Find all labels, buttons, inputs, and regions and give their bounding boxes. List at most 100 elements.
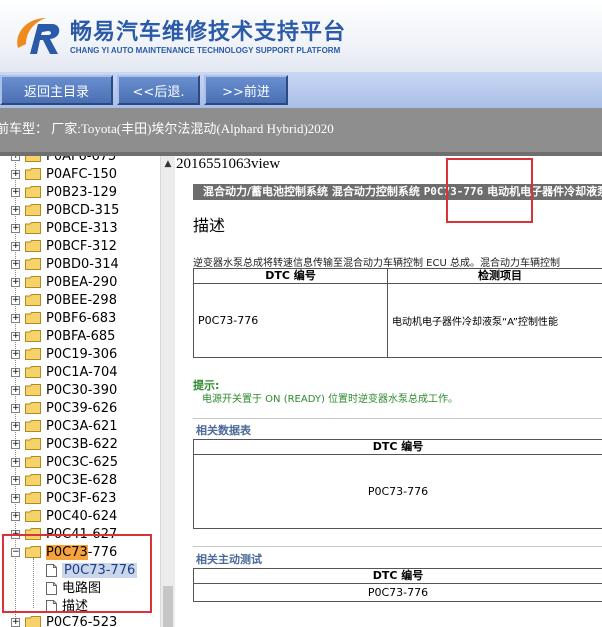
section-rule: [193, 546, 602, 547]
expand-plus-icon[interactable]: +: [11, 512, 20, 521]
folder-icon: [25, 258, 41, 270]
data-table-cell: P0C73-776: [193, 454, 602, 529]
tree-item-label[interactable]: P0AF6-675: [46, 156, 116, 166]
folder-icon: [25, 186, 41, 198]
vehicle-model-text: 前车型： 厂家:Toyota(丰田)埃尔法混动(Alphard Hybrid)2…: [0, 121, 334, 136]
expand-plus-icon[interactable]: +: [11, 224, 20, 233]
nav-bar: 返回主目录 <<后退. >>前进: [0, 72, 602, 108]
folder-icon: [25, 156, 41, 162]
annotation-box-code: [446, 158, 533, 223]
vehicle-model-bar: 前车型： 厂家:Toyota(丰田)埃尔法混动(Alphard Hybrid)2…: [0, 108, 602, 152]
tree-item-label[interactable]: P0C30-390: [46, 382, 117, 400]
folder-icon: [25, 330, 41, 342]
section-rule: [193, 418, 602, 419]
expand-plus-icon[interactable]: +: [11, 170, 20, 179]
tree-item-label[interactable]: P0C3C-625: [46, 454, 118, 472]
expand-plus-icon[interactable]: +: [11, 206, 20, 215]
tree-item-label[interactable]: P0BD0-314: [46, 256, 119, 274]
tree-item-label[interactable]: P0C19-306: [46, 346, 117, 364]
folder-icon: [25, 474, 41, 486]
tree-item-label[interactable]: P0BCD-315: [46, 202, 119, 220]
folder-icon: [25, 438, 41, 450]
data-table-heading: 相关数据表: [196, 424, 251, 437]
active-test-table: DTC 编号 P0C73-776: [193, 568, 602, 602]
tree-item-label[interactable]: P0B23-129: [46, 184, 117, 202]
tree-item-label[interactable]: P0C3E-628: [46, 472, 117, 490]
breadcrumb: 混合动力/蓄电池控制系统 混合动力控制系统 P0C73-776 电动机电子器件冷…: [193, 184, 602, 200]
tree-item-label[interactable]: P0BF6-683: [46, 310, 116, 328]
tree-item-label[interactable]: P0C1A-704: [46, 364, 118, 382]
active-table-cell: P0C73-776: [193, 583, 602, 602]
expand-plus-icon[interactable]: +: [11, 368, 20, 377]
expand-plus-icon[interactable]: +: [11, 242, 20, 251]
expand-plus-icon[interactable]: +: [11, 440, 20, 449]
folder-icon: [25, 420, 41, 432]
scroll-thumb[interactable]: [163, 586, 173, 627]
folder-icon: [25, 294, 41, 306]
active-test-heading: 相关主动测试: [196, 553, 262, 566]
back-button[interactable]: <<后退.: [117, 75, 200, 105]
folder-icon: [25, 492, 41, 504]
folder-icon: [25, 222, 41, 234]
scroll-up-arrow-icon[interactable]: ▲: [161, 156, 175, 172]
logo-icon: [17, 18, 60, 54]
item-col-header: 检测项目: [387, 268, 602, 284]
description-heading: 描述: [193, 216, 226, 235]
expand-plus-icon[interactable]: +: [11, 386, 20, 395]
dtc-table: DTC 编号 检测项目 P0C73-776 电动机电子器件冷却液泵“A”控制性能: [193, 268, 602, 358]
hint-text: 电源开关置于 ON (READY) 位置时逆变器水泵总成工作。: [202, 394, 459, 405]
tree-item-label[interactable]: P0C3A-621: [46, 418, 118, 436]
expand-plus-icon[interactable]: +: [11, 350, 20, 359]
app-title: 畅易汽车维修技术支持平台: [70, 20, 347, 45]
folder-icon: [25, 204, 41, 216]
folder-icon: [25, 456, 41, 468]
tree-scrollbar[interactable]: ▲: [160, 156, 175, 627]
breadcrumb-path: 混合动力/蓄电池控制系统 混合动力控制系统: [203, 185, 424, 198]
folder-icon: [25, 168, 41, 180]
app-header: 畅易汽车维修技术支持平台 CHANG YI AUTO MAINTENANCE T…: [0, 0, 602, 72]
expand-plus-icon[interactable]: +: [11, 260, 20, 269]
dtc-cell: P0C73-776: [193, 283, 388, 358]
tree-item-label[interactable]: P0BFA-685: [46, 328, 115, 346]
forward-button[interactable]: >>前进: [204, 75, 288, 105]
content-pane: 2016551063view 混合动力/蓄电池控制系统 混合动力控制系统 P0C…: [176, 156, 602, 627]
tree-item-label[interactable]: P0AFC-150: [46, 166, 117, 184]
tree-item-label[interactable]: P0BEE-298: [46, 292, 117, 310]
expand-plus-icon[interactable]: +: [11, 156, 20, 161]
description-text: 逆变器水泵总成将转速信息传输至混合动力车辆控制 ECU 总成。混合动力车辆控制: [193, 258, 560, 269]
folder-icon: [25, 240, 41, 252]
tree-item-label[interactable]: P0C3B-622: [46, 436, 118, 454]
expand-plus-icon[interactable]: +: [11, 278, 20, 287]
tree-item-label[interactable]: P0C3F-623: [46, 490, 116, 508]
data-table-col-header: DTC 编号: [193, 439, 602, 455]
item-cell: 电动机电子器件冷却液泵“A”控制性能: [387, 283, 602, 358]
expand-plus-icon[interactable]: +: [11, 188, 20, 197]
expand-plus-icon[interactable]: +: [11, 476, 20, 485]
tree-item-label[interactable]: P0BCE-313: [46, 220, 118, 238]
tree-item-label[interactable]: P0BCF-312: [46, 238, 117, 256]
active-table-col-header: DTC 编号: [193, 568, 602, 584]
folder-icon: [25, 276, 41, 288]
annotation-box-tree: [2, 534, 152, 613]
folder-icon: [25, 366, 41, 378]
expand-plus-icon[interactable]: +: [11, 422, 20, 431]
expand-plus-icon[interactable]: +: [11, 296, 20, 305]
folder-icon: [25, 384, 41, 396]
expand-plus-icon[interactable]: +: [11, 332, 20, 341]
folder-icon: [25, 348, 41, 360]
tree-item-label[interactable]: P0BEA-290: [46, 274, 117, 292]
expand-plus-icon[interactable]: +: [11, 494, 20, 503]
expand-plus-icon[interactable]: +: [11, 314, 20, 323]
dtc-col-header: DTC 编号: [193, 268, 388, 284]
expand-plus-icon[interactable]: +: [11, 618, 20, 627]
tree-item-label[interactable]: P0C40-624: [46, 508, 117, 526]
tree-item-label[interactable]: P0C76-523: [46, 614, 117, 627]
folder-icon: [25, 510, 41, 522]
expand-plus-icon[interactable]: +: [11, 404, 20, 413]
app-subtitle: CHANG YI AUTO MAINTENANCE TECHNOLOGY SUP…: [70, 46, 341, 55]
folder-icon: [25, 616, 41, 627]
home-button[interactable]: 返回主目录: [0, 75, 113, 105]
folder-icon: [25, 402, 41, 414]
expand-plus-icon[interactable]: +: [11, 458, 20, 467]
tree-item-label[interactable]: P0C39-626: [46, 400, 117, 418]
